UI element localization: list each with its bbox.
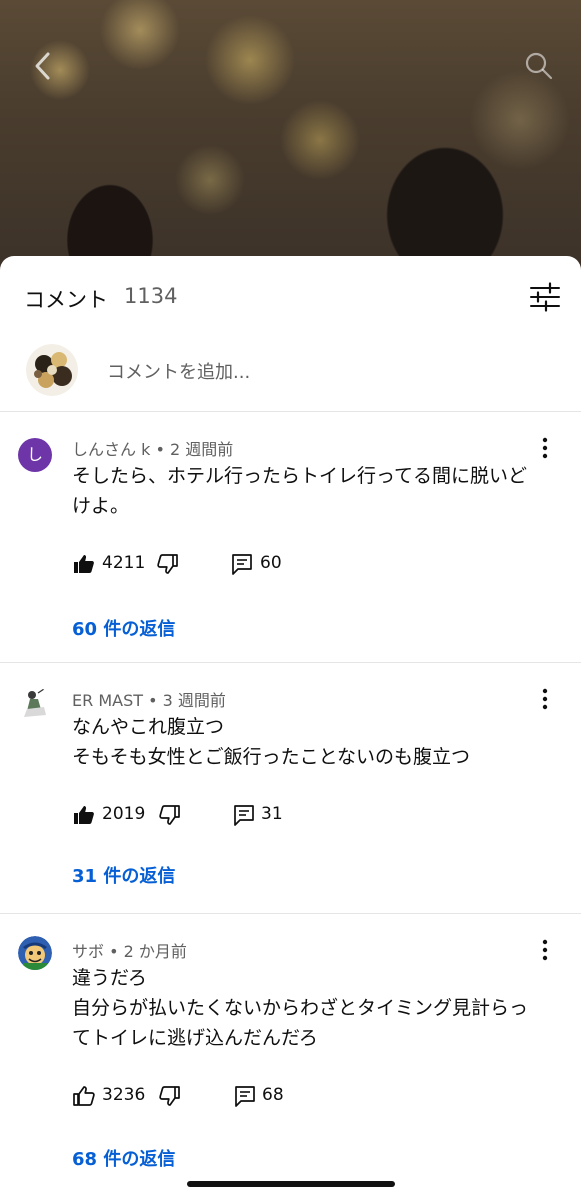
comment-actions: 4211 60 [72,550,372,580]
view-replies-link[interactable]: 60 件の返信 [72,615,175,641]
reply-count: 60 [260,553,282,573]
comments-title: コメント [24,288,108,312]
like-icon-filled[interactable] [72,552,96,576]
more-vert-icon[interactable] [534,937,556,963]
comments-sheet: コメント 1134 コメントを追加... し しんさん k • 2 週間前 そし… [0,256,581,1199]
reply-count: 68 [262,1085,284,1105]
user-avatar [26,344,78,396]
like-count: 2019 [102,804,146,824]
dislike-icon[interactable] [158,803,182,827]
tune-icon[interactable] [528,282,562,312]
like-icon[interactable] [72,1084,96,1108]
comment-meta: ER MAST • 3 週間前 [72,691,226,710]
comment-item: し しんさん k • 2 週間前 そしたら、ホテル行ったらトイレ行ってる間に脱い… [0,412,581,662]
search-icon[interactable] [520,48,556,84]
commenter-avatar[interactable] [18,687,52,721]
home-indicator[interactable] [187,1181,395,1187]
comment-line: 自分らが払いたくないからわざとタイミング見計らっ [72,997,529,1019]
comment-meta: サボ • 2 か月前 [72,942,187,961]
reply-icon[interactable] [232,803,256,827]
comment-line: そもそも女性とご飯行ったことないのも腹立つ [72,746,471,768]
add-comment-input[interactable]: コメントを追加... [107,358,250,384]
dislike-icon[interactable] [156,552,180,576]
comments-count: 1134 [124,284,178,308]
view-replies-link[interactable]: 31 件の返信 [72,862,175,888]
comment-line: 違うだろ [72,967,147,989]
add-comment-row[interactable]: コメントを追加... [0,338,581,412]
like-count: 3236 [102,1085,146,1105]
reply-icon[interactable] [230,552,254,576]
reply-icon[interactable] [233,1084,257,1108]
comment-meta: しんさん k • 2 週間前 [72,440,234,459]
commenter-avatar[interactable]: し [18,438,52,472]
comment-item: サボ • 2 か月前 違うだろ 自分らが払いたくないからわざとタイミング見計らっ… [0,914,581,1199]
comment-actions: 3236 68 [72,1082,372,1112]
comment-line: そしたら、ホテル行ったらトイレ行ってる間に脱いど [72,465,528,487]
like-icon-filled[interactable] [72,803,96,827]
commenter-avatar[interactable] [18,936,52,970]
comment-line: なんやこれ腹立つ [72,716,225,738]
comment-item: ER MAST • 3 週間前 なんやこれ腹立つ そもそも女性とご飯行ったことな… [0,663,581,913]
view-replies-link[interactable]: 68 件の返信 [72,1145,175,1171]
video-player-background [0,0,581,280]
comment-line: けよ。 [72,495,130,517]
comment-actions: 2019 31 [72,801,372,831]
more-vert-icon[interactable] [534,435,556,461]
reply-count: 31 [261,804,283,824]
comments-header: コメント 1134 [0,256,581,338]
chevron-left-icon[interactable] [26,48,62,84]
comment-text: 違うだろ 自分らが払いたくないからわざとタイミング見計らっ てトイレに逃げ込んだ… [72,963,552,1053]
comment-text: そしたら、ホテル行ったらトイレ行ってる間に脱いど けよ。 [72,461,552,521]
comment-line: てトイレに逃げ込んだんだろ [72,1027,318,1049]
comment-text: なんやこれ腹立つ そもそも女性とご飯行ったことないのも腹立つ [72,712,552,772]
dislike-icon[interactable] [158,1084,182,1108]
like-count: 4211 [102,553,146,573]
more-vert-icon[interactable] [534,686,556,712]
